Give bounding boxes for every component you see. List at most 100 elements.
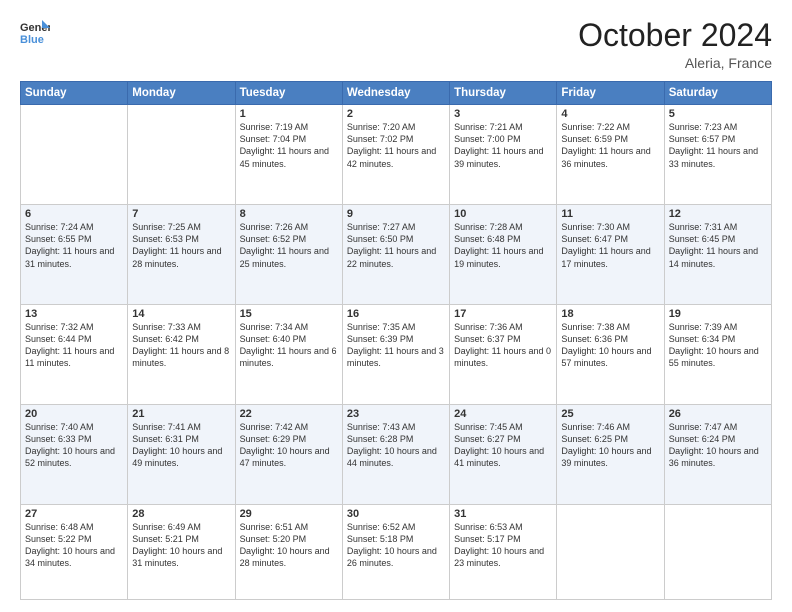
day-info: Sunrise: 7:38 AM Sunset: 6:36 PM Dayligh… — [561, 321, 659, 370]
day-number: 8 — [240, 208, 338, 220]
day-info: Sunrise: 7:42 AM Sunset: 6:29 PM Dayligh… — [240, 421, 338, 470]
page: General Blue October 2024 Aleria, France… — [0, 0, 792, 612]
header: General Blue October 2024 Aleria, France — [20, 18, 772, 71]
day-info: Sunrise: 6:49 AM Sunset: 5:21 PM Dayligh… — [132, 521, 230, 570]
day-number: 21 — [132, 408, 230, 420]
day-number: 15 — [240, 308, 338, 320]
table-row: 31Sunrise: 6:53 AM Sunset: 5:17 PM Dayli… — [450, 504, 557, 599]
table-row — [557, 504, 664, 599]
location: Aleria, France — [578, 55, 772, 71]
day-number: 10 — [454, 208, 552, 220]
day-number: 31 — [454, 508, 552, 520]
day-number: 2 — [347, 108, 445, 120]
table-row: 18Sunrise: 7:38 AM Sunset: 6:36 PM Dayli… — [557, 304, 664, 404]
day-info: Sunrise: 7:39 AM Sunset: 6:34 PM Dayligh… — [669, 321, 767, 370]
day-number: 28 — [132, 508, 230, 520]
day-info: Sunrise: 7:27 AM Sunset: 6:50 PM Dayligh… — [347, 221, 445, 270]
logo-icon: General Blue — [20, 18, 50, 46]
day-info: Sunrise: 7:47 AM Sunset: 6:24 PM Dayligh… — [669, 421, 767, 470]
day-number: 23 — [347, 408, 445, 420]
table-row: 2Sunrise: 7:20 AM Sunset: 7:02 PM Daylig… — [342, 105, 449, 205]
day-info: Sunrise: 7:19 AM Sunset: 7:04 PM Dayligh… — [240, 121, 338, 170]
col-tuesday: Tuesday — [235, 82, 342, 105]
table-row: 10Sunrise: 7:28 AM Sunset: 6:48 PM Dayli… — [450, 205, 557, 305]
day-info: Sunrise: 7:28 AM Sunset: 6:48 PM Dayligh… — [454, 221, 552, 270]
logo: General Blue — [20, 18, 50, 46]
day-info: Sunrise: 7:24 AM Sunset: 6:55 PM Dayligh… — [25, 221, 123, 270]
day-info: Sunrise: 7:31 AM Sunset: 6:45 PM Dayligh… — [669, 221, 767, 270]
table-row: 17Sunrise: 7:36 AM Sunset: 6:37 PM Dayli… — [450, 304, 557, 404]
table-row: 3Sunrise: 7:21 AM Sunset: 7:00 PM Daylig… — [450, 105, 557, 205]
day-info: Sunrise: 7:34 AM Sunset: 6:40 PM Dayligh… — [240, 321, 338, 370]
table-row: 9Sunrise: 7:27 AM Sunset: 6:50 PM Daylig… — [342, 205, 449, 305]
calendar-week-row: 20Sunrise: 7:40 AM Sunset: 6:33 PM Dayli… — [21, 404, 772, 504]
day-number: 6 — [25, 208, 123, 220]
table-row: 25Sunrise: 7:46 AM Sunset: 6:25 PM Dayli… — [557, 404, 664, 504]
day-info: Sunrise: 7:20 AM Sunset: 7:02 PM Dayligh… — [347, 121, 445, 170]
day-info: Sunrise: 7:40 AM Sunset: 6:33 PM Dayligh… — [25, 421, 123, 470]
day-info: Sunrise: 7:45 AM Sunset: 6:27 PM Dayligh… — [454, 421, 552, 470]
day-info: Sunrise: 6:53 AM Sunset: 5:17 PM Dayligh… — [454, 521, 552, 570]
title-block: October 2024 Aleria, France — [578, 18, 772, 71]
col-sunday: Sunday — [21, 82, 128, 105]
day-number: 27 — [25, 508, 123, 520]
table-row: 29Sunrise: 6:51 AM Sunset: 5:20 PM Dayli… — [235, 504, 342, 599]
day-number: 19 — [669, 308, 767, 320]
day-number: 7 — [132, 208, 230, 220]
table-row: 4Sunrise: 7:22 AM Sunset: 6:59 PM Daylig… — [557, 105, 664, 205]
day-info: Sunrise: 7:33 AM Sunset: 6:42 PM Dayligh… — [132, 321, 230, 370]
day-number: 12 — [669, 208, 767, 220]
col-saturday: Saturday — [664, 82, 771, 105]
table-row — [664, 504, 771, 599]
day-number: 14 — [132, 308, 230, 320]
table-row: 26Sunrise: 7:47 AM Sunset: 6:24 PM Dayli… — [664, 404, 771, 504]
month-title: October 2024 — [578, 18, 772, 53]
day-info: Sunrise: 7:35 AM Sunset: 6:39 PM Dayligh… — [347, 321, 445, 370]
col-friday: Friday — [557, 82, 664, 105]
day-info: Sunrise: 7:41 AM Sunset: 6:31 PM Dayligh… — [132, 421, 230, 470]
table-row: 8Sunrise: 7:26 AM Sunset: 6:52 PM Daylig… — [235, 205, 342, 305]
table-row: 12Sunrise: 7:31 AM Sunset: 6:45 PM Dayli… — [664, 205, 771, 305]
table-row: 1Sunrise: 7:19 AM Sunset: 7:04 PM Daylig… — [235, 105, 342, 205]
day-number: 9 — [347, 208, 445, 220]
col-thursday: Thursday — [450, 82, 557, 105]
table-row: 23Sunrise: 7:43 AM Sunset: 6:28 PM Dayli… — [342, 404, 449, 504]
calendar-table: Sunday Monday Tuesday Wednesday Thursday… — [20, 81, 772, 600]
day-number: 25 — [561, 408, 659, 420]
day-info: Sunrise: 7:32 AM Sunset: 6:44 PM Dayligh… — [25, 321, 123, 370]
table-row: 22Sunrise: 7:42 AM Sunset: 6:29 PM Dayli… — [235, 404, 342, 504]
table-row: 28Sunrise: 6:49 AM Sunset: 5:21 PM Dayli… — [128, 504, 235, 599]
table-row: 7Sunrise: 7:25 AM Sunset: 6:53 PM Daylig… — [128, 205, 235, 305]
day-number: 18 — [561, 308, 659, 320]
svg-text:Blue: Blue — [20, 34, 44, 46]
day-number: 16 — [347, 308, 445, 320]
table-row: 27Sunrise: 6:48 AM Sunset: 5:22 PM Dayli… — [21, 504, 128, 599]
table-row: 14Sunrise: 7:33 AM Sunset: 6:42 PM Dayli… — [128, 304, 235, 404]
col-monday: Monday — [128, 82, 235, 105]
calendar-header-row: Sunday Monday Tuesday Wednesday Thursday… — [21, 82, 772, 105]
day-number: 20 — [25, 408, 123, 420]
day-info: Sunrise: 7:26 AM Sunset: 6:52 PM Dayligh… — [240, 221, 338, 270]
day-info: Sunrise: 7:22 AM Sunset: 6:59 PM Dayligh… — [561, 121, 659, 170]
table-row — [128, 105, 235, 205]
table-row: 15Sunrise: 7:34 AM Sunset: 6:40 PM Dayli… — [235, 304, 342, 404]
table-row: 30Sunrise: 6:52 AM Sunset: 5:18 PM Dayli… — [342, 504, 449, 599]
table-row: 21Sunrise: 7:41 AM Sunset: 6:31 PM Dayli… — [128, 404, 235, 504]
day-number: 30 — [347, 508, 445, 520]
day-info: Sunrise: 7:25 AM Sunset: 6:53 PM Dayligh… — [132, 221, 230, 270]
calendar-week-row: 27Sunrise: 6:48 AM Sunset: 5:22 PM Dayli… — [21, 504, 772, 599]
day-info: Sunrise: 6:48 AM Sunset: 5:22 PM Dayligh… — [25, 521, 123, 570]
calendar-week-row: 1Sunrise: 7:19 AM Sunset: 7:04 PM Daylig… — [21, 105, 772, 205]
day-number: 4 — [561, 108, 659, 120]
table-row: 16Sunrise: 7:35 AM Sunset: 6:39 PM Dayli… — [342, 304, 449, 404]
day-number: 3 — [454, 108, 552, 120]
day-number: 11 — [561, 208, 659, 220]
table-row: 20Sunrise: 7:40 AM Sunset: 6:33 PM Dayli… — [21, 404, 128, 504]
calendar-week-row: 13Sunrise: 7:32 AM Sunset: 6:44 PM Dayli… — [21, 304, 772, 404]
table-row: 13Sunrise: 7:32 AM Sunset: 6:44 PM Dayli… — [21, 304, 128, 404]
col-wednesday: Wednesday — [342, 82, 449, 105]
table-row: 5Sunrise: 7:23 AM Sunset: 6:57 PM Daylig… — [664, 105, 771, 205]
day-info: Sunrise: 6:51 AM Sunset: 5:20 PM Dayligh… — [240, 521, 338, 570]
day-number: 17 — [454, 308, 552, 320]
day-number: 29 — [240, 508, 338, 520]
